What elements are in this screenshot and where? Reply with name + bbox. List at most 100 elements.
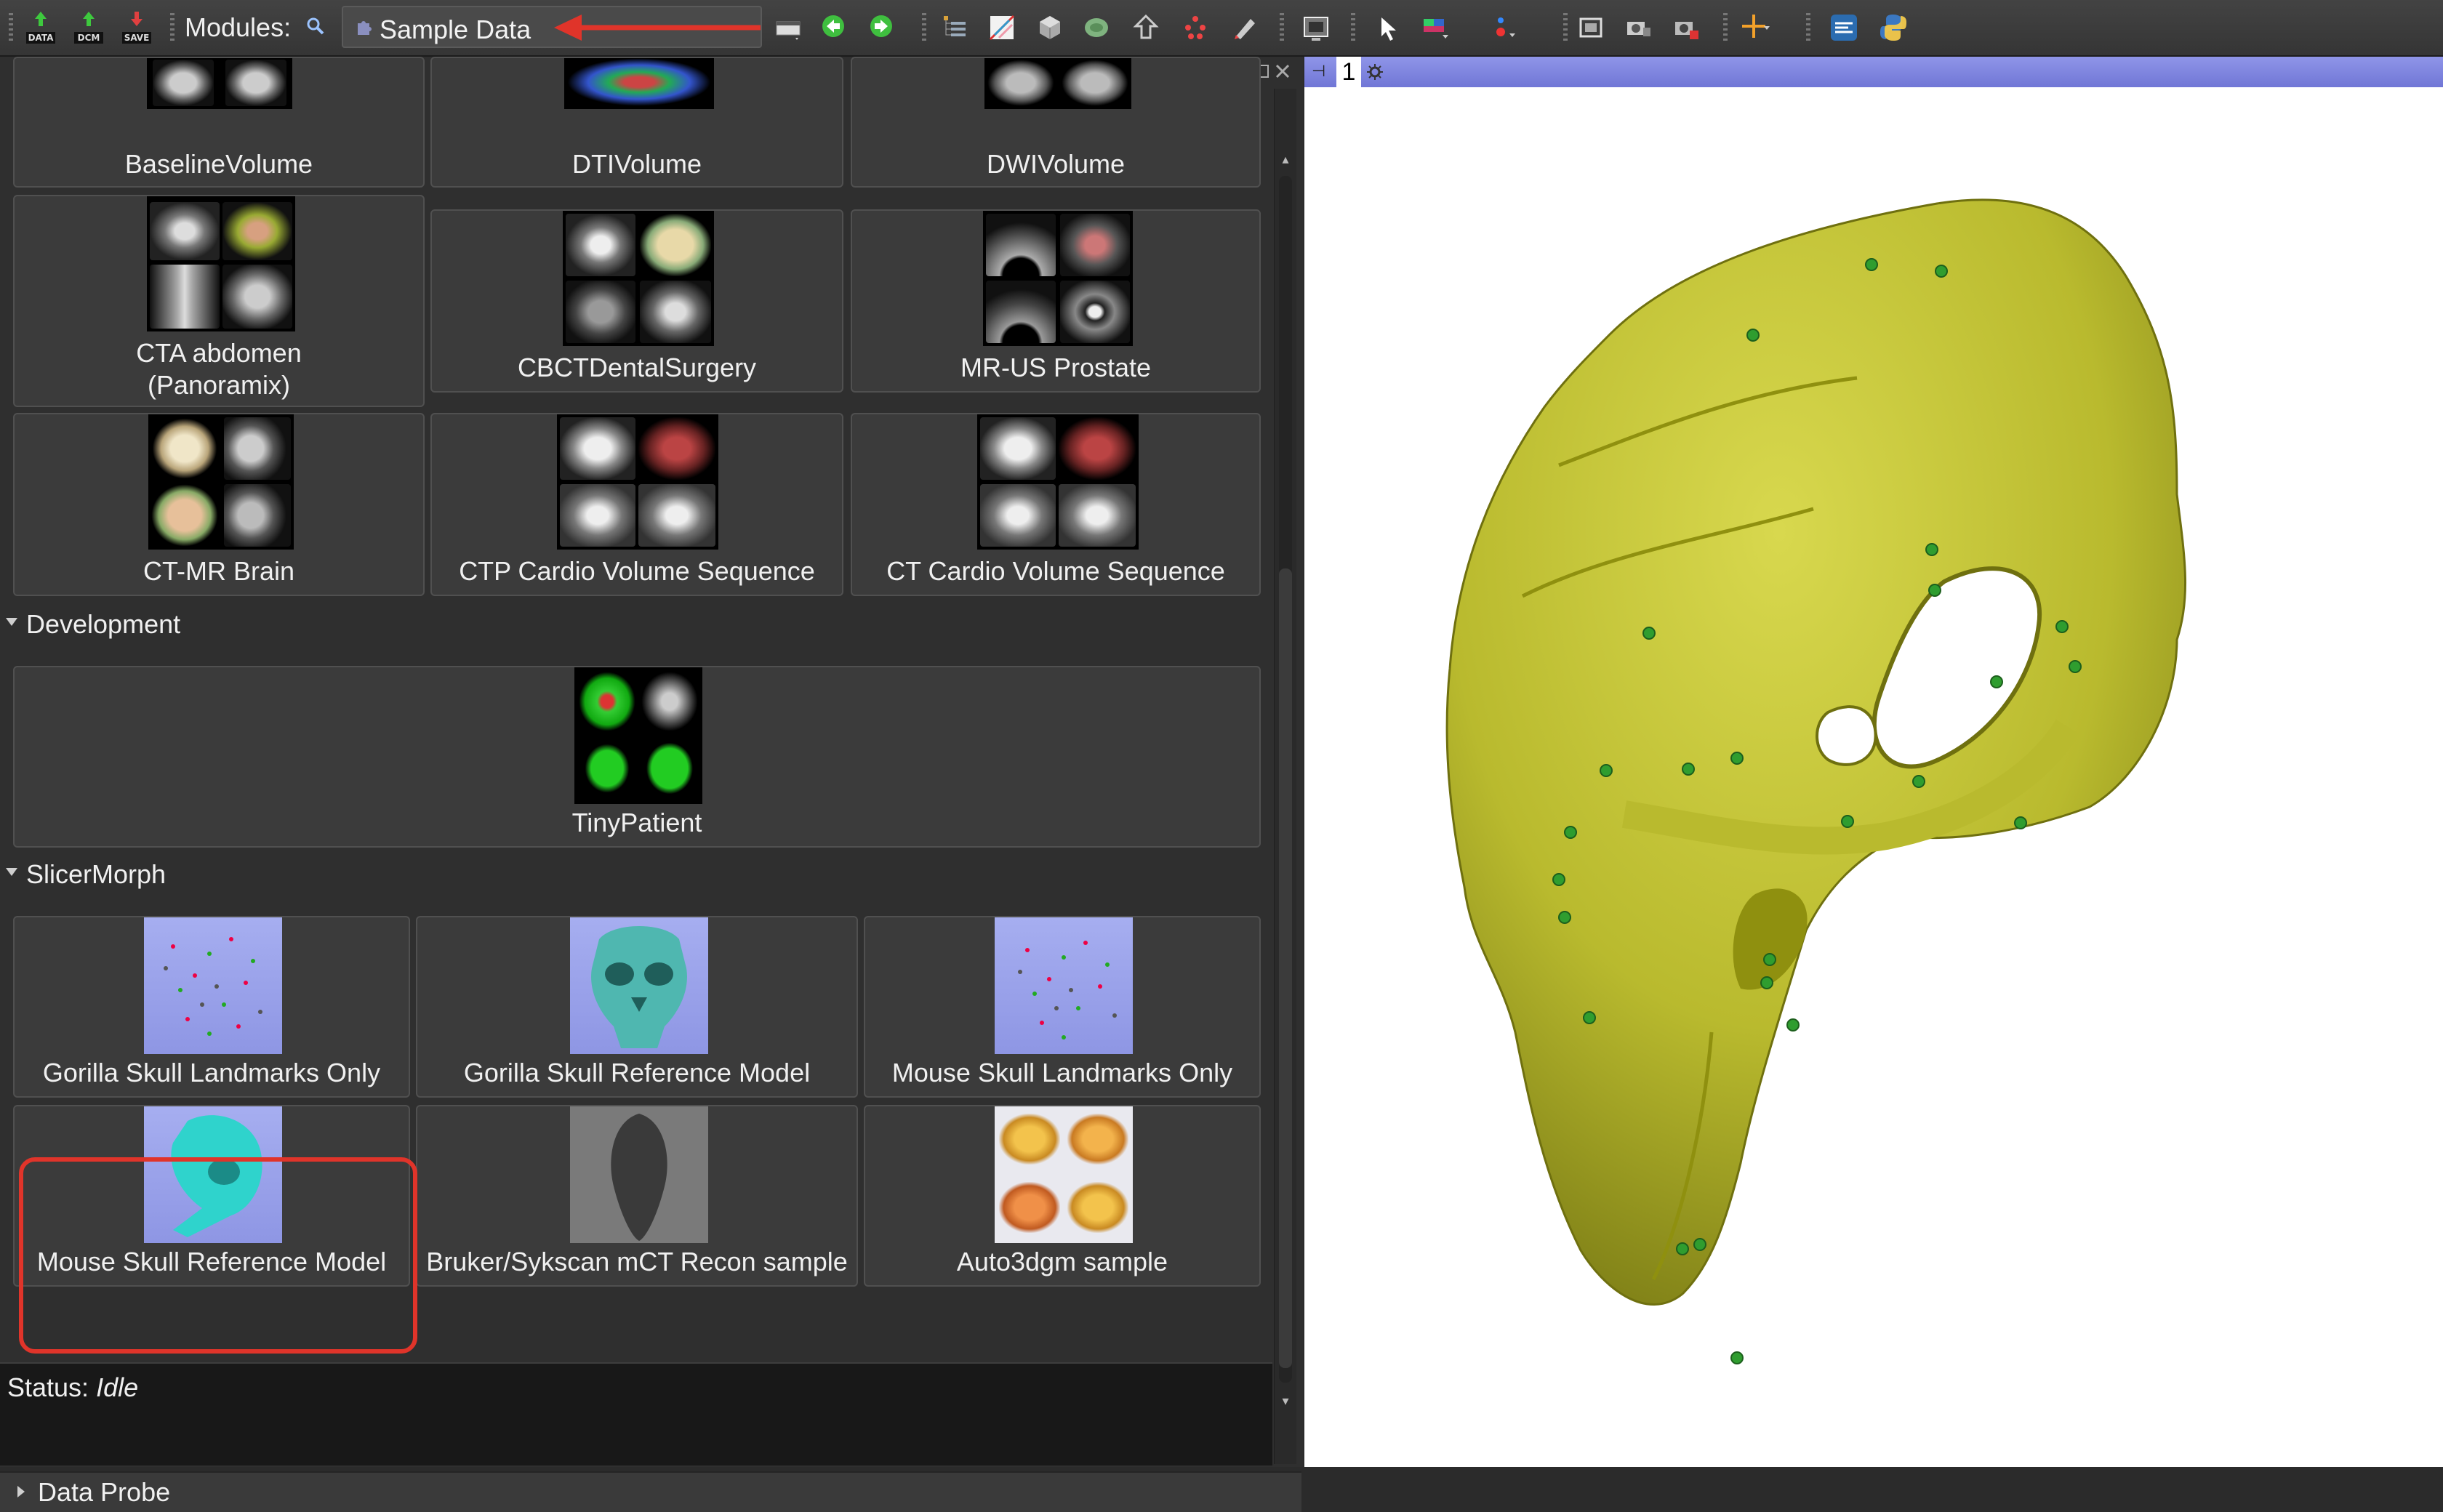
sample-tile-mr-us-prostate[interactable]: MR-US Prostate (851, 209, 1261, 393)
collapse-arrow-icon (6, 868, 17, 876)
data-tree-icon[interactable] (941, 13, 970, 42)
scroll-up-icon[interactable]: ▴ (1275, 148, 1296, 170)
sample-tile-label: TinyPatient (571, 808, 702, 837)
sample-tile-cta-abdomen[interactable]: CTA abdomen (Panoramix) (13, 195, 425, 407)
gear-icon[interactable] (1365, 63, 1384, 81)
puzzle-icon (358, 21, 372, 35)
sample-tile-label: Mouse Skull Landmarks Only (891, 1058, 1233, 1087)
save-icon (131, 12, 143, 26)
sample-tile-label: DTIVolume (571, 149, 702, 179)
window-level-icon[interactable] (1421, 13, 1450, 42)
sample-tile-cbctdentalsurgery[interactable]: CBCTDentalSurgery (430, 209, 843, 393)
status-text: Status: Idle (7, 1372, 138, 1403)
sample-thumbnail (147, 58, 292, 109)
sample-tile-mouse-landmarks[interactable]: Mouse Skull Landmarks Only (864, 916, 1261, 1098)
toolbar-grip[interactable] (9, 13, 13, 42)
python-icon[interactable] (1879, 13, 1908, 42)
sample-thumbnail (983, 211, 1133, 346)
sample-tile-gorilla-landmarks[interactable]: Gorilla Skull Landmarks Only (13, 916, 410, 1098)
sample-tile-label: CTA abdomen (136, 338, 302, 368)
crosshair-icon[interactable] (1741, 13, 1770, 42)
sample-thumbnail (574, 667, 702, 804)
screenshot-icon[interactable] (1301, 13, 1331, 42)
dcm-button[interactable]: DCM (74, 9, 103, 47)
view-reset-icon[interactable] (1576, 13, 1605, 42)
skull-surface (1445, 198, 2187, 1306)
data-probe-section[interactable]: Data Probe (0, 1471, 1301, 1512)
sample-tile-label: Auto3dgm sample (956, 1247, 1168, 1276)
toolbar-grip[interactable] (1351, 13, 1355, 42)
skull-foramen (1816, 705, 1877, 766)
current-module-name: Sample Data (380, 15, 531, 44)
forward-icon[interactable] (868, 13, 897, 42)
toolbar-grip[interactable] (170, 13, 174, 42)
section-development[interactable]: Development (0, 603, 1272, 647)
sample-thumbnail (995, 1106, 1133, 1243)
toolbar-grip[interactable] (1723, 13, 1728, 42)
sample-thumbnail (564, 58, 714, 109)
status-prefix: Status: (7, 1372, 89, 1402)
sample-thumbnail (563, 211, 714, 346)
load-dicom-icon (83, 12, 95, 26)
pin-icon[interactable]: ⊣ (1312, 61, 1325, 81)
scroll-thumb[interactable] (1279, 568, 1292, 1368)
sample-tile-gorilla-model[interactable]: Gorilla Skull Reference Model (416, 916, 858, 1098)
sample-thumbnail (148, 414, 294, 550)
markups-icon[interactable] (1181, 13, 1210, 42)
mct-preview (611, 1114, 667, 1241)
sample-tile-label: CT-MR Brain (143, 556, 295, 586)
modules-label: Modules: (185, 12, 292, 42)
volumes-icon[interactable] (987, 13, 1016, 42)
sample-tile-baselinevolume[interactable]: BaselineVolume (13, 57, 425, 188)
sample-tile-ctp-cardio[interactable]: CTP Cardio Volume Sequence (430, 413, 843, 596)
sample-tile-ct-cardio[interactable]: CT Cardio Volume Sequence (851, 413, 1261, 596)
landmarks-preview (1018, 941, 1117, 1040)
select-icon[interactable] (1374, 13, 1403, 42)
sample-thumbnail (570, 917, 708, 1054)
toolbar-grip[interactable] (1563, 13, 1568, 42)
save-button-label: SAVE (122, 32, 151, 44)
module-panel: BaselineVolume DTIVolume DWIVolume CTA a… (0, 57, 1303, 1512)
section-title: Development (26, 609, 181, 639)
toolbar-grip[interactable] (1280, 13, 1284, 42)
back-icon[interactable] (820, 13, 849, 42)
status-area: Status: Idle (0, 1362, 1272, 1465)
toolbar-grip[interactable] (922, 13, 926, 42)
sample-tile-ct-mr-brain[interactable]: CT-MR Brain (13, 413, 425, 596)
sample-tile-dtivolume[interactable]: DTIVolume (430, 57, 843, 188)
sample-tile-bruker-sykscan[interactable]: Bruker/Sykscan mCT Recon sample (416, 1105, 858, 1287)
dcm-button-label: DCM (74, 32, 103, 44)
fiducial-icon[interactable] (1489, 13, 1518, 42)
scroll-down-icon[interactable]: ▾ (1275, 1390, 1296, 1412)
sample-tile-dwivolume[interactable]: DWIVolume (851, 57, 1261, 188)
view-number: 1 (1336, 57, 1361, 87)
sample-tile-label: MR-US Prostate (960, 353, 1152, 382)
layout-icon[interactable] (774, 13, 803, 42)
sample-tile-tinypatient[interactable]: TinyPatient (13, 666, 1261, 848)
status-value: Idle (96, 1372, 139, 1402)
transforms-icon[interactable] (1131, 13, 1160, 42)
sample-tile-label: CBCTDentalSurgery (517, 353, 757, 382)
collapse-arrow-icon (6, 618, 17, 626)
save-button[interactable]: SAVE (122, 9, 151, 47)
editor-icon[interactable] (1230, 13, 1259, 42)
scene-view-icon[interactable] (1672, 13, 1701, 42)
models-icon[interactable] (1035, 13, 1064, 42)
sample-thumbnail (570, 1106, 708, 1243)
annotation-arrow (554, 15, 761, 41)
sample-tile-label: Gorilla Skull Reference Model (463, 1058, 811, 1087)
data-probe-title: Data Probe (38, 1477, 171, 1507)
data-button[interactable]: DATA (26, 9, 55, 47)
sample-tile-auto3dgm[interactable]: Auto3dgm sample (864, 1105, 1261, 1287)
camera-icon[interactable] (1624, 13, 1653, 42)
panel-scrollbar[interactable]: ▴ ▾ (1274, 89, 1296, 1464)
segment-icon[interactable] (1082, 13, 1111, 42)
sample-tile-label: Bruker/Sykscan mCT Recon sample (426, 1247, 848, 1276)
search-icon[interactable] (305, 16, 326, 36)
skull-model[interactable] (1304, 87, 2443, 1467)
toolbar-grip[interactable] (1806, 13, 1810, 42)
section-slicermorph[interactable]: SlicerMorph (0, 853, 1272, 897)
extension-icon[interactable] (1829, 13, 1858, 42)
sample-thumbnail (977, 414, 1139, 550)
3d-view[interactable]: ⊣ 1 (1304, 57, 2443, 1467)
